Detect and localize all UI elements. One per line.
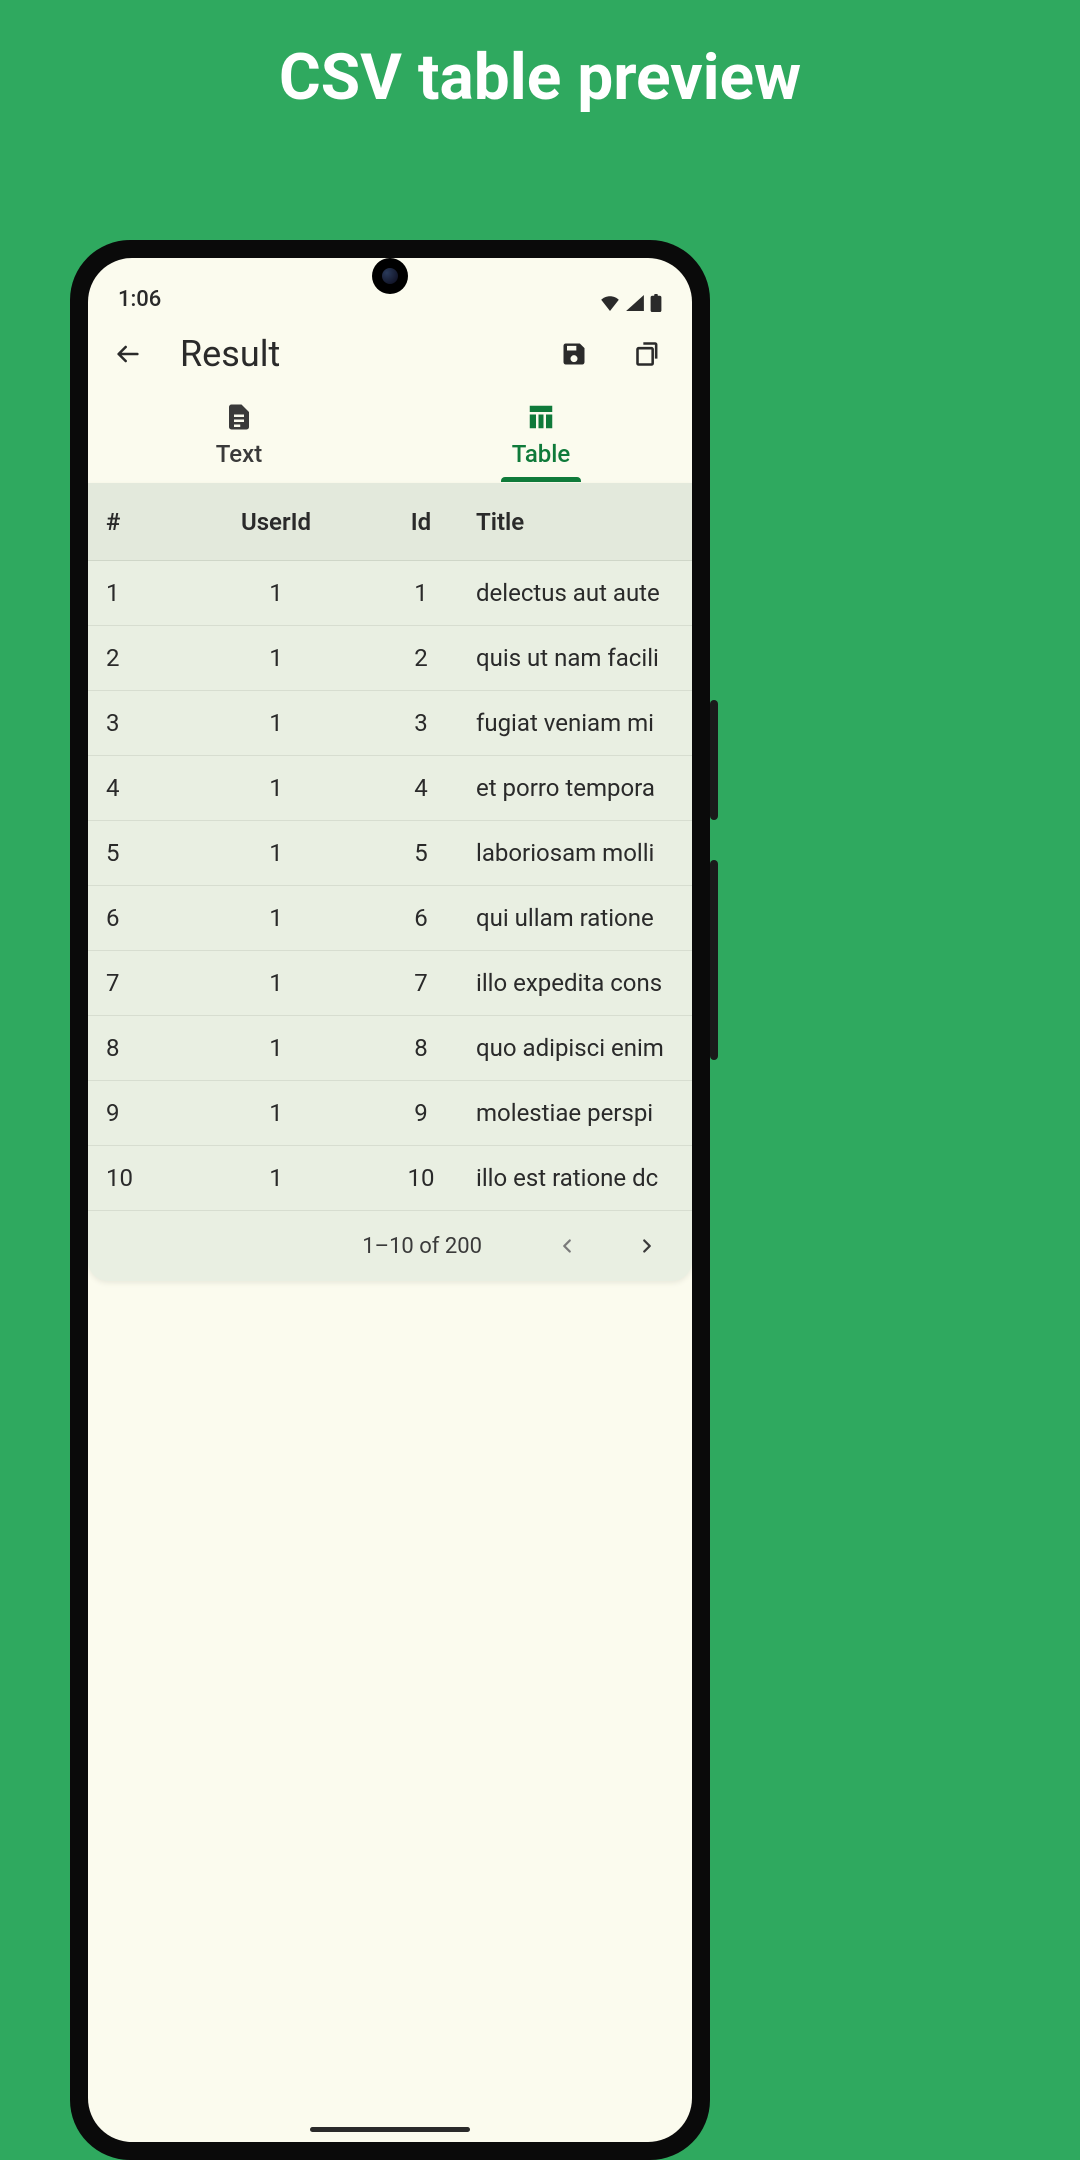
table-row[interactable]: 7 1 7 illo expedita cons [88,951,692,1016]
col-header-index[interactable]: # [106,508,186,536]
cell-index: 7 [106,969,186,997]
cell-index: 10 [106,1164,186,1192]
cell-userid: 1 [186,1034,366,1062]
cell-title: illo est ratione dc [476,1164,674,1192]
table-row[interactable]: 10 1 10 illo est ratione dc [88,1146,692,1211]
cell-userid: 1 [186,1099,366,1127]
cell-userid: 1 [186,904,366,932]
home-indicator[interactable] [310,2127,470,2132]
cell-id: 1 [366,579,476,607]
page-title: Result [180,333,522,375]
cell-userid: 1 [186,579,366,607]
col-header-title[interactable]: Title [476,508,674,536]
cell-index: 8 [106,1034,186,1062]
phone-side-button [710,860,718,1060]
status-time: 1:06 [118,287,161,312]
cell-index: 2 [106,644,186,672]
phone-screen: 1:06 Result Text [88,258,692,2142]
text-snippet-icon [224,402,254,432]
cell-userid: 1 [186,644,366,672]
cell-index: 5 [106,839,186,867]
app-bar: Result [88,314,692,394]
tabs: Text Table [88,394,692,483]
cell-index: 9 [106,1099,186,1127]
cell-id: 9 [366,1099,476,1127]
cell-id: 6 [366,904,476,932]
cell-id: 8 [366,1034,476,1062]
cell-index: 4 [106,774,186,802]
cell-userid: 1 [186,709,366,737]
cell-index: 3 [106,709,186,737]
copy-button[interactable] [626,332,670,376]
tab-text-label: Text [216,440,262,468]
promo-title: CSV table preview [0,0,1080,115]
chevron-left-icon [556,1235,578,1257]
pager-range: 1–10 of 200 [362,1234,482,1259]
table-row[interactable]: 6 1 6 qui ullam ratione [88,886,692,951]
pager-prev-button[interactable] [552,1231,582,1261]
battery-icon [650,294,662,312]
col-header-id[interactable]: Id [366,508,476,536]
table-row[interactable]: 5 1 5 laboriosam molli [88,821,692,886]
cell-userid: 1 [186,969,366,997]
cell-title: quo adipisci enim [476,1034,674,1062]
tab-text[interactable]: Text [88,394,390,482]
tab-table-label: Table [512,440,570,468]
cell-title: qui ullam ratione [476,904,674,932]
cell-title: fugiat veniam mi [476,709,674,737]
table-icon [526,402,556,432]
cell-id: 7 [366,969,476,997]
arrow-back-icon [114,340,142,368]
phone-frame: 1:06 Result Text [70,240,710,2160]
copy-icon [634,340,662,368]
table-row[interactable]: 3 1 3 fugiat veniam mi [88,691,692,756]
table-row[interactable]: 2 1 2 quis ut nam facili [88,626,692,691]
table-row[interactable]: 1 1 1 delectus aut aute [88,561,692,626]
chevron-right-icon [636,1235,658,1257]
table-row[interactable]: 8 1 8 quo adipisci enim [88,1016,692,1081]
cell-userid: 1 [186,774,366,802]
cell-title: quis ut nam facili [476,644,674,672]
col-header-userid[interactable]: UserId [186,508,366,536]
tab-table[interactable]: Table [390,394,692,482]
phone-side-button [710,700,718,820]
cell-id: 4 [366,774,476,802]
signal-icon [626,295,644,311]
table-header-row: # UserId Id Title [88,483,692,561]
cell-index: 6 [106,904,186,932]
table-row[interactable]: 4 1 4 et porro tempora [88,756,692,821]
cell-title: molestiae perspi [476,1099,674,1127]
table-row[interactable]: 9 1 9 molestiae perspi [88,1081,692,1146]
cell-id: 10 [366,1164,476,1192]
cell-userid: 1 [186,1164,366,1192]
status-icons [600,294,662,312]
cell-userid: 1 [186,839,366,867]
back-button[interactable] [106,332,150,376]
cell-title: et porro tempora [476,774,674,802]
cell-id: 5 [366,839,476,867]
cell-title: delectus aut aute [476,579,674,607]
wifi-icon [600,295,620,311]
cell-index: 1 [106,579,186,607]
save-button[interactable] [552,332,596,376]
pager-next-button[interactable] [632,1231,662,1261]
cell-title: illo expedita cons [476,969,674,997]
table-pager: 1–10 of 200 [88,1211,692,1281]
save-icon [560,340,588,368]
phone-camera [372,258,408,294]
cell-id: 2 [366,644,476,672]
cell-title: laboriosam molli [476,839,674,867]
cell-id: 3 [366,709,476,737]
table-card: # UserId Id Title 1 1 1 delectus aut aut… [88,483,692,1281]
